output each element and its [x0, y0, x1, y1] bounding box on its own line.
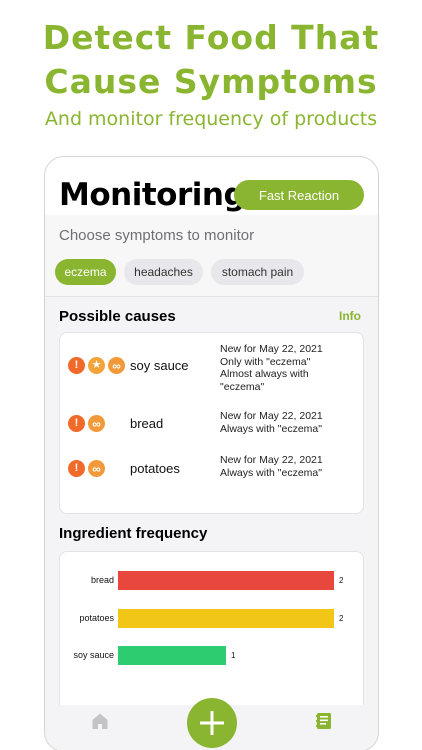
bar-potatoes	[118, 609, 334, 628]
bar-value-potatoes: 2	[339, 614, 344, 623]
infinity-icon: ∞	[108, 357, 125, 374]
ingredient-frequency-chart: bread 2 potatoes 2 soy sauce 1	[59, 551, 364, 721]
cause-note: New for May 22, 2021 Always with "eczema…	[220, 410, 323, 435]
infinity-icon: ∞	[88, 460, 105, 477]
app-header: Monitoring Fast Reaction	[45, 157, 378, 215]
add-entry-button[interactable]	[187, 698, 237, 748]
plus-icon	[200, 711, 224, 735]
cause-row-bread[interactable]: ! ∞ bread New for May 22, 2021 Always wi…	[60, 409, 365, 449]
bar-label-bread: bread	[90, 575, 114, 585]
exclamation-icon: !	[68, 415, 85, 432]
possible-causes-card: ! ★ ∞ soy sauce New for May 22, 2021 Onl…	[59, 332, 364, 514]
home-icon-graphic	[92, 713, 108, 729]
promo-title-line2: Cause Symptoms	[44, 62, 378, 101]
cause-row-soy-sauce[interactable]: ! ★ ∞ soy sauce New for May 22, 2021 Onl…	[60, 343, 365, 393]
cause-name: bread	[130, 416, 164, 431]
exclamation-icon: !	[68, 357, 85, 374]
cause-icons: ! ∞	[68, 415, 105, 433]
bar-label-soy-sauce: soy sauce	[73, 650, 114, 660]
bar-soy-sauce	[118, 646, 226, 665]
journal-icon[interactable]	[315, 712, 333, 730]
promo-title-line1: Detect Food That	[42, 18, 380, 57]
cause-icons: ! ★ ∞	[68, 357, 125, 375]
fast-reaction-button[interactable]: Fast Reaction	[234, 180, 364, 210]
home-icon[interactable]	[91, 712, 109, 730]
phone-screen: Monitoring Fast Reaction Choose symptoms…	[44, 156, 379, 750]
page-title: Monitoring	[59, 177, 246, 213]
cause-note: New for May 22, 2021 Always with "eczema…	[220, 454, 323, 479]
possible-causes-heading: Possible causes	[59, 308, 176, 325]
bar-bread	[118, 571, 334, 590]
bar-value-soy-sauce: 1	[231, 651, 236, 660]
star-icon: ★	[88, 357, 105, 374]
promo-subtitle: And monitor frequency of products	[44, 108, 378, 130]
ingredient-frequency-heading: Ingredient frequency	[59, 525, 208, 542]
info-link[interactable]: Info	[339, 309, 361, 323]
cause-row-potatoes[interactable]: ! ∞ potatoes New for May 22, 2021 Always…	[60, 453, 365, 493]
bar-value-bread: 2	[339, 576, 344, 585]
symptom-prompt: Choose symptoms to monitor	[59, 227, 255, 244]
cause-note: New for May 22, 2021 Only with "eczema" …	[220, 343, 323, 393]
cause-icons: ! ∞	[68, 460, 105, 478]
symptom-chip-eczema[interactable]: eczema	[55, 259, 116, 285]
cause-name: potatoes	[130, 461, 180, 476]
symptom-chip-stomach-pain[interactable]: stomach pain	[211, 259, 304, 285]
journal-icon-graphic	[316, 713, 331, 729]
bar-label-potatoes: potatoes	[79, 613, 114, 623]
exclamation-icon: !	[68, 460, 85, 477]
symptom-chip-headaches[interactable]: headaches	[124, 259, 203, 285]
infinity-icon: ∞	[88, 415, 105, 432]
cause-name: soy sauce	[130, 358, 189, 373]
